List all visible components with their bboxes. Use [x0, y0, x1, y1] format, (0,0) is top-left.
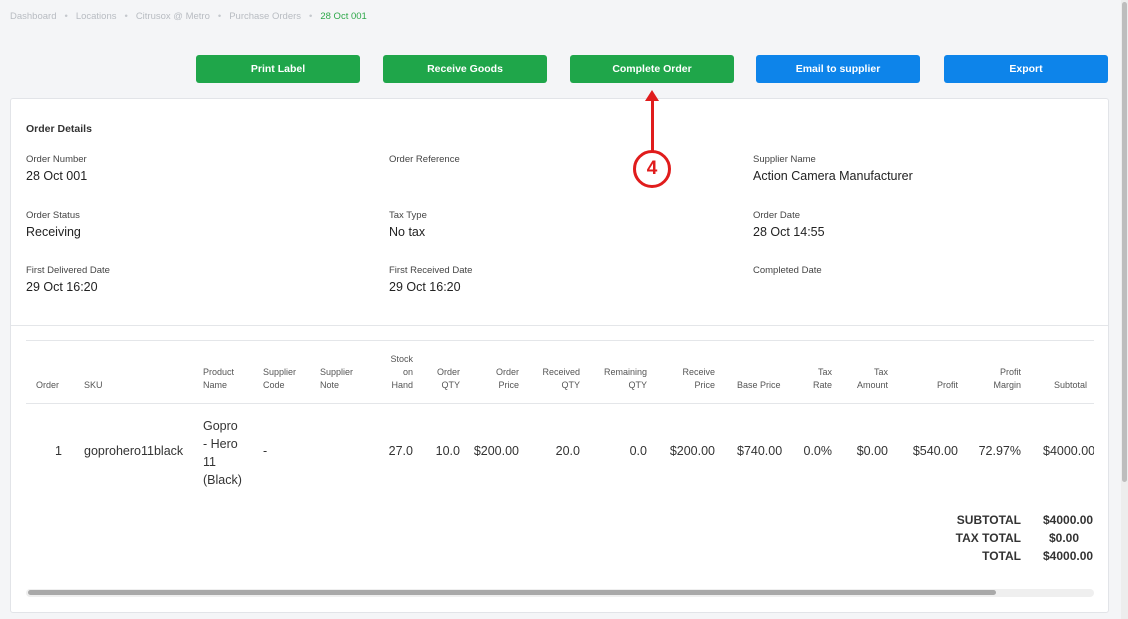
col-header-tax-rate: Tax Rate [812, 367, 832, 390]
order-number-value: 28 Oct 001 [26, 169, 88, 183]
order-date-field: Order Date 28 Oct 14:55 [753, 210, 825, 239]
tax-total-label: TAX TOTAL [955, 531, 1021, 545]
tax-total-value: $0.00 [1049, 531, 1080, 545]
cell-order-qty: 10.0 [435, 444, 460, 458]
order-reference-field: Order Reference [389, 154, 460, 169]
order-status-value: Receiving [26, 225, 81, 239]
cell-order: 1 [55, 444, 62, 458]
order-status-label: Order Status [26, 210, 80, 221]
cell-profit-margin: 72.97% [978, 444, 1021, 458]
col-header-receive-price: Receive Price [682, 367, 715, 390]
cell-sku: goprohero11black [84, 444, 184, 458]
cell-receive-price: $200.00 [669, 444, 715, 458]
total-label: TOTAL [982, 549, 1021, 563]
col-header-received-qty: Received QTY [542, 367, 580, 390]
col-header-profit-margin: Profit Margin [993, 367, 1021, 390]
breadcrumb-locations[interactable]: Locations [76, 11, 117, 22]
order-date-label: Order Date [753, 210, 800, 221]
order-number-label: Order Number [26, 154, 87, 165]
col-header-sku: SKU [84, 380, 103, 390]
col-header-stock-on-hand: Stock on Hand [390, 354, 413, 390]
first-received-value: 29 Oct 16:20 [389, 280, 461, 294]
page-scrollbar-thumb[interactable] [1122, 2, 1127, 482]
section-divider [11, 325, 1108, 326]
col-header-subtotal: Subtotal [1054, 380, 1088, 390]
breadcrumb: Dashboard • Locations • Citrusox @ Metro • Pur… [10, 11, 367, 22]
cell-product-name[interactable]: Gopro - Hero 11 (Black) [203, 417, 242, 489]
order-items-table[interactable]: Order SKU Product Name Supplier Code Sup… [26, 340, 1094, 590]
cell-base-price: $740.00 [737, 444, 783, 458]
page-vertical-scrollbar[interactable] [1121, 0, 1128, 619]
print-label-button[interactable]: Print Label [196, 55, 360, 83]
table-top-border [26, 340, 1094, 341]
col-header-supplier-note: Supplier Note [320, 367, 354, 390]
supplier-name-value: Action Camera Manufacturer [753, 169, 913, 183]
table-horizontal-scrollbar[interactable] [26, 589, 1094, 597]
breadcrumb-purchase-orders[interactable]: Purchase Orders [229, 11, 301, 22]
col-header-order-qty: Order QTY [436, 367, 460, 390]
col-header-tax-amount: Tax Amount [856, 367, 888, 390]
order-card: Order Details Order Number 28 Oct 001 Or… [10, 98, 1109, 613]
order-details-title: Order Details [26, 123, 92, 135]
order-reference-label: Order Reference [389, 154, 460, 165]
order-number-field: Order Number 28 Oct 001 [26, 154, 87, 183]
breadcrumb-separator: • [124, 11, 128, 22]
cell-received-qty: 20.0 [555, 444, 580, 458]
tax-type-field: Tax Type No tax [389, 210, 427, 239]
col-header-order-price: Order Price [495, 367, 519, 390]
breadcrumb-location[interactable]: Citrusox @ Metro [136, 11, 210, 22]
col-header-product-name: Product Name [203, 367, 235, 390]
first-delivered-label: First Delivered Date [26, 265, 110, 276]
cell-stock-on-hand: 27.0 [388, 444, 413, 458]
completed-date-label: Completed Date [753, 265, 822, 276]
col-header-profit: Profit [936, 380, 958, 390]
email-supplier-button[interactable]: Email to supplier [756, 55, 920, 83]
breadcrumb-separator: • [217, 11, 222, 22]
subtotal-value: $4000.00 [1043, 513, 1094, 527]
cell-remaining-qty: 0.0 [629, 444, 647, 458]
completed-date-field: Completed Date [753, 265, 822, 280]
export-button[interactable]: Export [944, 55, 1108, 83]
cell-supplier-code: - [263, 444, 268, 458]
breadcrumb-separator: • [64, 11, 68, 22]
total-value: $4000.00 [1043, 549, 1094, 563]
complete-order-button[interactable]: Complete Order [570, 55, 734, 83]
table-scrollbar-thumb[interactable] [28, 590, 996, 595]
cell-profit: $540.00 [912, 444, 958, 458]
first-received-field: First Received Date 29 Oct 16:20 [389, 265, 472, 294]
first-delivered-value: 29 Oct 16:20 [26, 280, 98, 294]
first-delivered-field: First Delivered Date 29 Oct 16:20 [26, 265, 110, 294]
supplier-name-label: Supplier Name [753, 154, 816, 165]
col-header-supplier-code: Supplier Code [263, 367, 297, 390]
breadcrumb-separator: • [309, 11, 313, 22]
receive-goods-button[interactable]: Receive Goods [383, 55, 547, 83]
col-header-base-price: Base Price [737, 380, 781, 390]
supplier-name-field: Supplier Name Action Camera Manufacturer [753, 154, 913, 183]
annotation-step-badge: 4 [633, 150, 671, 188]
cell-order-price: $200.00 [473, 444, 519, 458]
tax-type-label: Tax Type [389, 210, 427, 221]
annotation-arrow-line [651, 100, 654, 151]
table-header-divider [26, 403, 1094, 404]
col-header-remaining-qty: Remaining QTY [603, 367, 647, 390]
breadcrumb-current: 28 Oct 001 [320, 11, 367, 22]
first-received-label: First Received Date [389, 265, 473, 276]
order-date-value: 28 Oct 14:55 [753, 225, 825, 239]
order-status-field: Order Status Receiving [26, 210, 81, 239]
cell-tax-amount: $0.00 [856, 444, 888, 458]
cell-subtotal: $4000.00 [1043, 444, 1094, 458]
breadcrumb-dashboard[interactable]: Dashboard [10, 11, 56, 22]
tax-type-value: No tax [389, 225, 426, 239]
subtotal-label: SUBTOTAL [956, 513, 1021, 527]
col-header-order: Order [36, 380, 60, 390]
cell-tax-rate: 0.0% [803, 444, 833, 458]
